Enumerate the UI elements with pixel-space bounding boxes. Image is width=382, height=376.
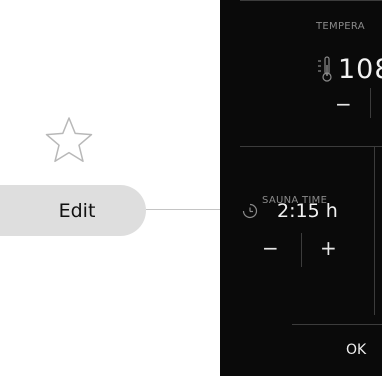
top-divider [240,0,382,1]
star-outline-icon[interactable] [43,114,95,166]
screen: Edit TEMPERA 108 − SAUNA TIME [0,0,382,376]
sauna-time-control-divider [301,233,302,267]
temperature-value: 108 [338,54,382,85]
thermometer-icon [318,56,332,82]
column-divider [374,147,375,315]
middle-divider [240,146,382,147]
temperature-label: TEMPERA [316,21,365,32]
sauna-time-plus-button[interactable]: + [320,238,337,258]
edit-button-label: Edit [58,199,96,222]
sauna-time-value: 2:15 h [277,200,338,222]
bottom-divider [292,324,382,325]
edit-button[interactable]: Edit [0,185,146,236]
sauna-time-minus-button[interactable]: − [262,238,279,258]
temperature-control-divider [370,88,371,118]
temperature-minus-button[interactable]: − [335,94,352,114]
sauna-control-panel: TEMPERA 108 − SAUNA TIME 2:15 h − + [220,0,382,376]
ok-button[interactable]: OK [346,342,366,358]
clock-icon [242,203,258,219]
connector-line [146,209,220,210]
